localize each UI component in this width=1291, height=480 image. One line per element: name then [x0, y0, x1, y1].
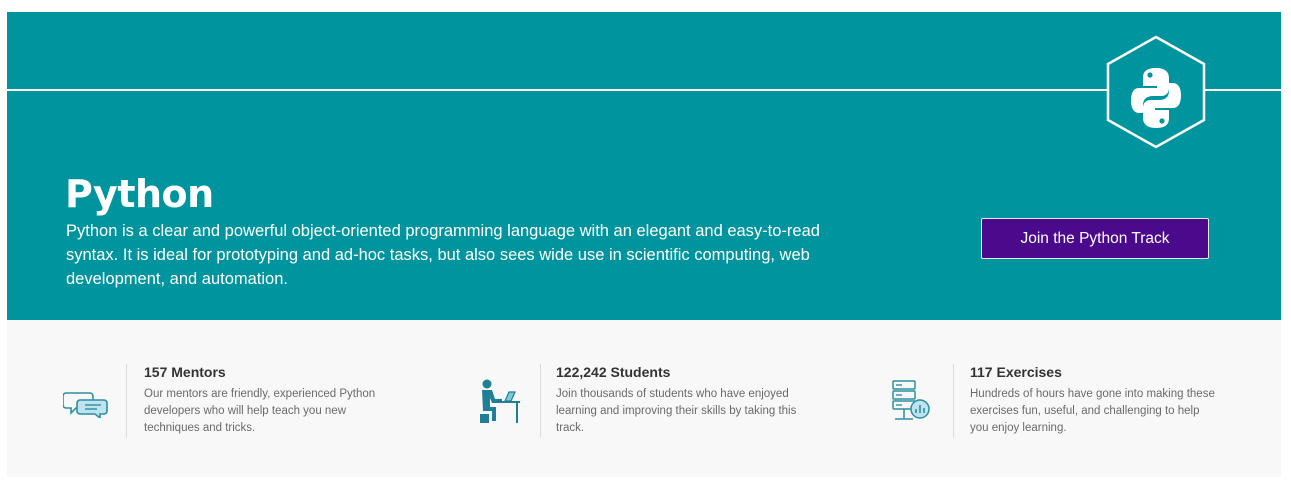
stat-description: Our mentors are friendly, experienced Py…	[144, 388, 376, 434]
chat-bubbles-icon	[62, 390, 109, 423]
stat-heading: 157 Mentors	[144, 364, 226, 380]
python-logo-icon	[1104, 34, 1208, 150]
server-chart-icon	[891, 379, 931, 430]
join-track-button[interactable]: Join the Python Track	[981, 218, 1209, 259]
student-at-desk-icon	[477, 378, 521, 429]
stat-heading: 122,242 Students	[556, 364, 671, 380]
stat-divider	[953, 364, 954, 438]
track-title: Python	[65, 172, 214, 216]
hero-divider-line	[7, 89, 1281, 91]
stat-divider	[126, 364, 127, 438]
stat-heading: 117 Exercises	[970, 364, 1062, 380]
stat-divider	[540, 364, 541, 438]
track-stats: 157 Mentors Our mentors are friendly, ex…	[7, 320, 1281, 477]
stat-description: Hundreds of hours have gone into making …	[970, 388, 1215, 434]
track-description: Python is a clear and powerful object-or…	[66, 222, 820, 288]
track-hero: Python Python is a clear and powerful ob…	[7, 12, 1281, 320]
stat-description: Join thousands of students who have enjo…	[556, 388, 797, 434]
